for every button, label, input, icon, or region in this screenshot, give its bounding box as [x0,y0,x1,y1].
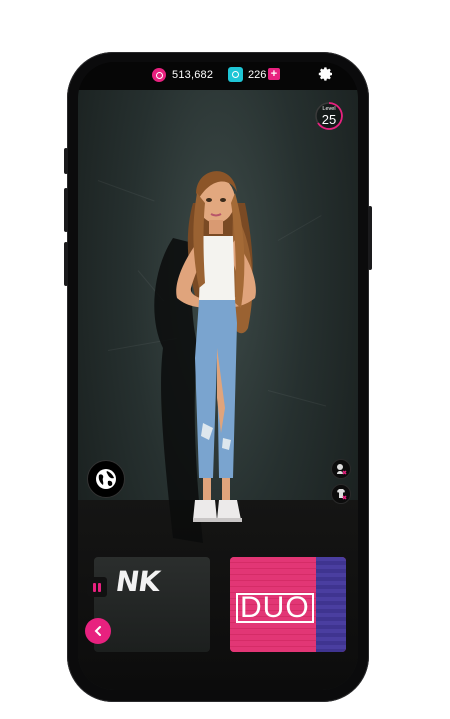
phone-side-button [64,188,68,232]
pause-icon-bar [98,582,101,592]
chevron-left-icon [94,626,101,636]
ink-card[interactable]: NK [94,557,210,652]
shirt-remove-icon [337,489,347,500]
duo-card[interactable]: DUO [230,557,346,652]
gem-balance: 226 [248,69,267,81]
globe-button[interactable] [87,460,125,498]
buy-gems-button[interactable]: + [268,68,280,80]
coin-balance: 513,682 [172,69,214,81]
gem-icon [228,67,243,82]
duo-card-label: DUO [236,591,314,625]
remove-accessory-button[interactable] [331,459,351,479]
remove-outfit-button[interactable] [331,484,351,504]
coin-icon [152,68,166,82]
app-screen: 513,682 226 + Level 25 NK DUO [78,62,358,690]
currency-bar: 513,682 226 + [78,62,358,90]
back-button[interactable] [85,618,111,644]
game-scene: Level 25 NK DUO [78,90,358,690]
duo-blue-panel [316,557,346,652]
avatar-character[interactable] [133,148,303,568]
level-badge[interactable]: Level 25 [314,101,344,131]
globe-icon [96,469,116,489]
phone-power-button [368,206,372,270]
head-remove-icon [337,464,347,475]
gear-icon[interactable] [318,66,334,82]
pause-icon [93,582,96,592]
pause-button[interactable] [87,577,107,597]
level-number: 25 [321,112,337,127]
phone-side-button [64,242,68,286]
ink-card-label: NK [113,565,162,598]
phone-side-button [64,148,68,174]
duo-label-text: DUO [236,593,314,623]
